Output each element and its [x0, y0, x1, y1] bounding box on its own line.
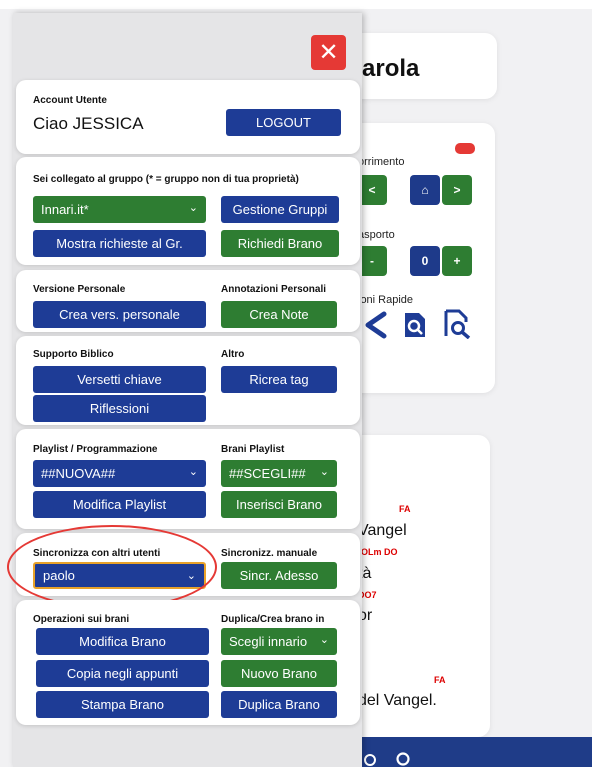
song-title-card: arola	[340, 33, 497, 99]
transpose-zero-button[interactable]: 0	[410, 246, 440, 276]
annotation-circle	[7, 525, 217, 609]
group-select-value: Innari.it*	[41, 202, 89, 217]
scroll-label: orrimento	[358, 156, 405, 168]
request-song-button[interactable]: Richiedi Brano	[221, 230, 339, 257]
group-header: Sei collegato al gruppo (* = gruppo non …	[33, 174, 299, 185]
song-title: arola	[362, 55, 420, 82]
hymnal-select-value: Scegli innario	[229, 634, 308, 649]
playlist-header: Playlist / Programmazione	[33, 444, 158, 455]
insert-song-button[interactable]: Inserisci Brano	[221, 491, 337, 518]
sync-now-button[interactable]: Sincr. Adesso	[221, 562, 337, 589]
playlist-select[interactable]: ##NUOVA## ⌄	[33, 460, 206, 487]
duplicate-song-button[interactable]: Duplica Brano	[221, 691, 337, 718]
playlist-song-select[interactable]: ##SCEGLI## ⌄	[221, 460, 337, 487]
playlist-song-select-value: ##SCEGLI##	[229, 466, 306, 481]
bible-support-header: Supporto Biblico	[33, 349, 114, 360]
chevron-down-icon: ⌄	[188, 466, 198, 478]
new-song-button[interactable]: Nuovo Brano	[221, 660, 337, 687]
account-header: Account Utente	[33, 95, 107, 106]
chord: FA	[399, 504, 411, 514]
status-indicator	[455, 143, 475, 154]
playlist-card: Playlist / Programmazione Brani Playlist…	[16, 429, 360, 529]
transpose-label: asporto	[358, 229, 395, 241]
lyric-line: Vangel	[358, 522, 407, 539]
chevron-down-icon: ⌄	[319, 634, 329, 646]
other-header: Altro	[221, 349, 245, 360]
lyrics-card: FA Vangel SOLm DO tà DO7 or FA del Vange…	[340, 435, 490, 737]
personal-notes-header: Annotazioni Personali	[221, 284, 327, 295]
close-icon[interactable]: ✕	[311, 35, 346, 70]
copy-clipboard-button[interactable]: Copia negli appunti	[36, 660, 209, 687]
create-personal-version-button[interactable]: Crea vers. personale	[33, 301, 206, 328]
lyric-line: del Vangel.	[358, 692, 437, 709]
operations-card: Operazioni sui brani Duplica/Crea brano …	[16, 600, 360, 725]
nav-circle-icon[interactable]	[363, 753, 377, 767]
hymnal-select[interactable]: Scegli innario ⌄	[221, 628, 337, 655]
manage-groups-button[interactable]: Gestione Gruppi	[221, 196, 339, 223]
show-requests-button[interactable]: Mostra richieste al Gr.	[33, 230, 206, 257]
group-card: Sei collegato al gruppo (* = gruppo non …	[16, 157, 360, 265]
chevron-down-icon: ⌄	[188, 202, 198, 214]
transpose-plus-button[interactable]: +	[442, 246, 472, 276]
search-doc-icon[interactable]	[402, 311, 428, 339]
versions-card: Versione Personale Annotazioni Personali…	[16, 270, 360, 332]
quick-actions-label: ioni Rapide	[358, 294, 414, 306]
scroll-next-button[interactable]: >	[442, 175, 472, 205]
modify-playlist-button[interactable]: Modifica Playlist	[33, 491, 206, 518]
search-icon[interactable]	[395, 751, 411, 767]
reflections-button[interactable]: Riflessioni	[33, 395, 206, 422]
manual-sync-header: Sincronizz. manuale	[221, 548, 318, 559]
top-strip	[0, 0, 592, 9]
modify-song-button[interactable]: Modifica Brano	[36, 628, 209, 655]
greeting: Ciao JESSICA	[33, 114, 144, 133]
group-select[interactable]: Innari.it* ⌄	[33, 196, 206, 223]
controls-card: orrimento < ⌂ > asporto - 0 + ioni Rapid…	[340, 123, 495, 393]
personal-version-header: Versione Personale	[33, 284, 126, 295]
playlist-songs-header: Brani Playlist	[221, 444, 285, 455]
duplicate-header: Duplica/Crea brano in	[221, 614, 325, 625]
bottom-nav-bar	[355, 737, 592, 767]
logout-button[interactable]: LOGOUT	[226, 109, 341, 136]
key-verses-button[interactable]: Versetti chiave	[33, 366, 206, 393]
print-song-button[interactable]: Stampa Brano	[36, 691, 209, 718]
find-in-page-icon[interactable]	[443, 309, 473, 339]
playlist-select-value: ##NUOVA##	[41, 466, 116, 481]
home-icon[interactable]: ⌂	[410, 175, 440, 205]
create-notes-button[interactable]: Crea Note	[221, 301, 337, 328]
share-icon[interactable]	[362, 311, 388, 339]
bible-support-card: Supporto Biblico Altro Versetti chiave R…	[16, 336, 360, 425]
recreate-tag-button[interactable]: Ricrea tag	[221, 366, 337, 393]
chord: FA	[434, 675, 446, 685]
account-card: Account Utente Ciao JESSICA LOGOUT	[16, 80, 360, 154]
operations-header: Operazioni sui brani	[33, 614, 130, 625]
chevron-down-icon: ⌄	[319, 466, 329, 478]
